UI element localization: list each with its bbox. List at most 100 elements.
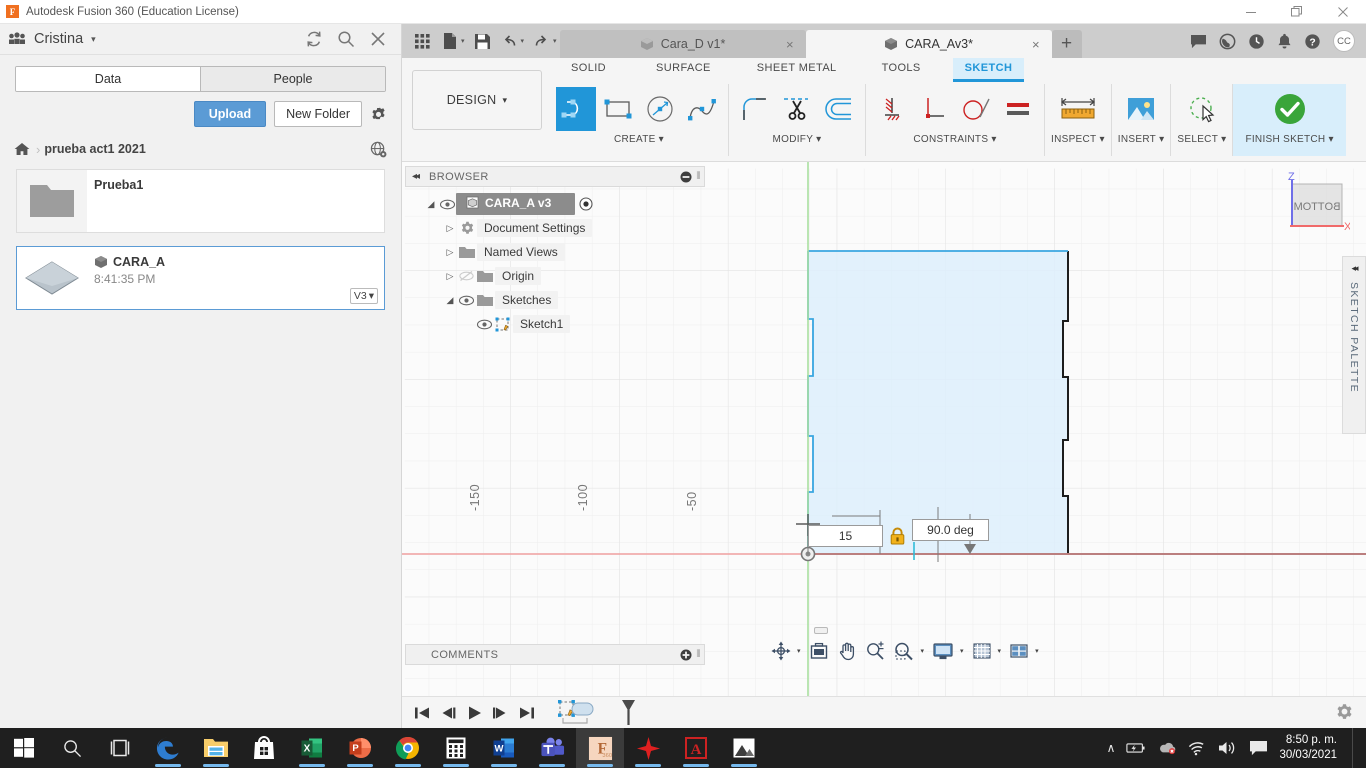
viewports-icon[interactable]	[1006, 639, 1032, 663]
tree-item-named-views[interactable]: ▷ Named Views	[405, 240, 705, 264]
chevron-down-icon[interactable]: ▾	[921, 647, 925, 655]
collapse-icon[interactable]: ◂◂	[412, 171, 420, 182]
show-hidden-icons-chevron[interactable]: ∧	[1107, 741, 1116, 755]
visibility-icon[interactable]	[457, 295, 475, 306]
autodesk-icon[interactable]	[624, 728, 672, 768]
photos-icon[interactable]	[720, 728, 768, 768]
tree-item-sketch1[interactable]: Sketch1	[405, 312, 705, 336]
close-button[interactable]	[1320, 0, 1366, 24]
panel-finish-sketch[interactable]: FINISH SKETCH ▾	[1233, 84, 1346, 156]
chevron-down-icon[interactable]: ▾	[816, 134, 821, 145]
tab-data[interactable]: Data	[16, 67, 200, 91]
sketch-palette-tab[interactable]: ◂◂ SKETCH PALETTE	[1342, 256, 1366, 434]
equal-icon[interactable]	[998, 87, 1038, 131]
timeline-next-button[interactable]	[492, 705, 509, 721]
circle-icon[interactable]	[640, 87, 680, 131]
comments-icon[interactable]	[1190, 34, 1207, 49]
chevron-down-icon[interactable]: ▾	[1099, 134, 1104, 145]
offset-icon[interactable]	[819, 87, 859, 131]
collapse-icon[interactable]: ◂◂	[1351, 263, 1358, 274]
list-item[interactable]: CARA_A 8:41:35 PM V3 ▾	[16, 246, 385, 310]
home-icon[interactable]	[14, 142, 30, 156]
file-menu-button[interactable]	[437, 27, 462, 55]
expand-arrow-icon[interactable]: ▷	[443, 223, 457, 234]
battery-icon[interactable]	[1126, 741, 1146, 755]
save-button[interactable]	[470, 27, 495, 55]
fillet-icon[interactable]	[735, 87, 775, 131]
grid-snaps-icon[interactable]	[969, 639, 995, 663]
timeline-filter-icon[interactable]	[618, 699, 638, 727]
avatar[interactable]: CC	[1333, 30, 1355, 52]
minimize-button[interactable]	[1228, 0, 1274, 24]
activate-component-icon[interactable]	[579, 197, 593, 211]
workspace-switcher[interactable]: DESIGN ▾	[412, 70, 542, 130]
gear-icon[interactable]	[370, 105, 387, 123]
excel-icon[interactable]: X	[288, 728, 336, 768]
close-panel-icon[interactable]	[369, 30, 387, 48]
tangent-icon[interactable]	[956, 87, 996, 131]
document-tab-cara-a[interactable]: CARA_Av3* ×	[805, 30, 1052, 58]
globe-icon[interactable]	[370, 141, 387, 158]
ribbon-tab-sheet-metal[interactable]: SHEET METAL	[745, 58, 849, 82]
refresh-icon[interactable]	[305, 30, 323, 48]
view-cube[interactable]: BOTTOM Z X	[1270, 168, 1350, 238]
comments-bar[interactable]: COMMENTS ⦀	[405, 644, 705, 665]
notifications-icon[interactable]	[1277, 33, 1292, 50]
chevron-down-icon[interactable]: ▾	[553, 37, 557, 45]
expand-arrow-icon[interactable]: ▷	[443, 247, 457, 258]
tab-people[interactable]: People	[200, 67, 385, 91]
chevron-down-icon[interactable]: ▾	[960, 647, 964, 655]
teams-icon[interactable]	[528, 728, 576, 768]
select-lasso-icon[interactable]	[1182, 87, 1222, 131]
onedrive-icon[interactable]	[1157, 741, 1177, 755]
start-button[interactable]	[0, 728, 48, 768]
job-status-icon[interactable]	[1219, 33, 1236, 50]
perpendicular-icon[interactable]	[914, 87, 954, 131]
chevron-down-icon[interactable]: ▾	[659, 134, 664, 145]
linear-dimension-input[interactable]: 15	[808, 525, 883, 547]
fix-constraint-icon[interactable]	[872, 87, 912, 131]
calculator-icon[interactable]	[432, 728, 480, 768]
acrobat-icon[interactable]: A	[672, 728, 720, 768]
ribbon-tab-sketch[interactable]: SKETCH	[952, 58, 1025, 82]
timeline-last-button[interactable]	[518, 705, 535, 721]
expand-arrow-icon[interactable]: ◢	[443, 295, 457, 306]
chevron-down-icon[interactable]: ▾	[461, 37, 465, 45]
version-badge[interactable]: V3 ▾	[349, 288, 378, 304]
angular-dimension-input[interactable]: 90.0 deg	[912, 519, 989, 541]
chevron-down-icon[interactable]: ▾	[1159, 134, 1164, 145]
sketch-canvas[interactable]: -150 -100 -50 15 90.0 deg BOTTOM Z X ◂◂ …	[402, 162, 1366, 696]
chevron-down-icon[interactable]: ▾	[91, 34, 96, 45]
visibility-icon[interactable]	[438, 199, 456, 210]
show-data-panel-button[interactable]	[410, 27, 435, 55]
chevron-down-icon[interactable]: ▾	[797, 647, 801, 655]
upload-button[interactable]: Upload	[193, 101, 267, 127]
chevron-down-icon[interactable]: ▾	[991, 134, 996, 145]
maximize-button[interactable]	[1274, 0, 1320, 24]
rectangle-icon[interactable]	[598, 87, 638, 131]
pan-icon[interactable]	[834, 639, 860, 663]
action-center-icon[interactable]	[1249, 740, 1268, 757]
ribbon-tab-tools[interactable]: TOOLS	[870, 58, 933, 82]
fusion360-icon[interactable]: F 360	[576, 728, 624, 768]
minimize-icon[interactable]	[680, 171, 692, 183]
list-item[interactable]: Prueba1	[16, 169, 385, 233]
measure-icon[interactable]	[1058, 87, 1098, 131]
recent-icon[interactable]	[1248, 33, 1265, 50]
look-at-icon[interactable]	[806, 639, 832, 663]
new-folder-button[interactable]: New Folder	[274, 101, 362, 127]
microsoft-store-icon[interactable]	[240, 728, 288, 768]
timeline-prev-button[interactable]	[440, 705, 457, 721]
orbit-icon[interactable]	[768, 639, 794, 663]
tree-item-sketches[interactable]: ◢ Sketches	[405, 288, 705, 312]
chevron-down-icon[interactable]: ▾	[1221, 134, 1226, 145]
resize-grip[interactable]: ⦀	[696, 649, 701, 660]
timeline-sketch-marker[interactable]	[557, 699, 605, 727]
undo-button[interactable]	[497, 27, 522, 55]
sketch-line-icon[interactable]	[556, 87, 596, 131]
lock-icon[interactable]	[889, 527, 906, 545]
spline-icon[interactable]	[682, 87, 722, 131]
file-explorer-icon[interactable]	[192, 728, 240, 768]
edge-icon[interactable]	[144, 728, 192, 768]
zoom-icon[interactable]	[862, 639, 888, 663]
